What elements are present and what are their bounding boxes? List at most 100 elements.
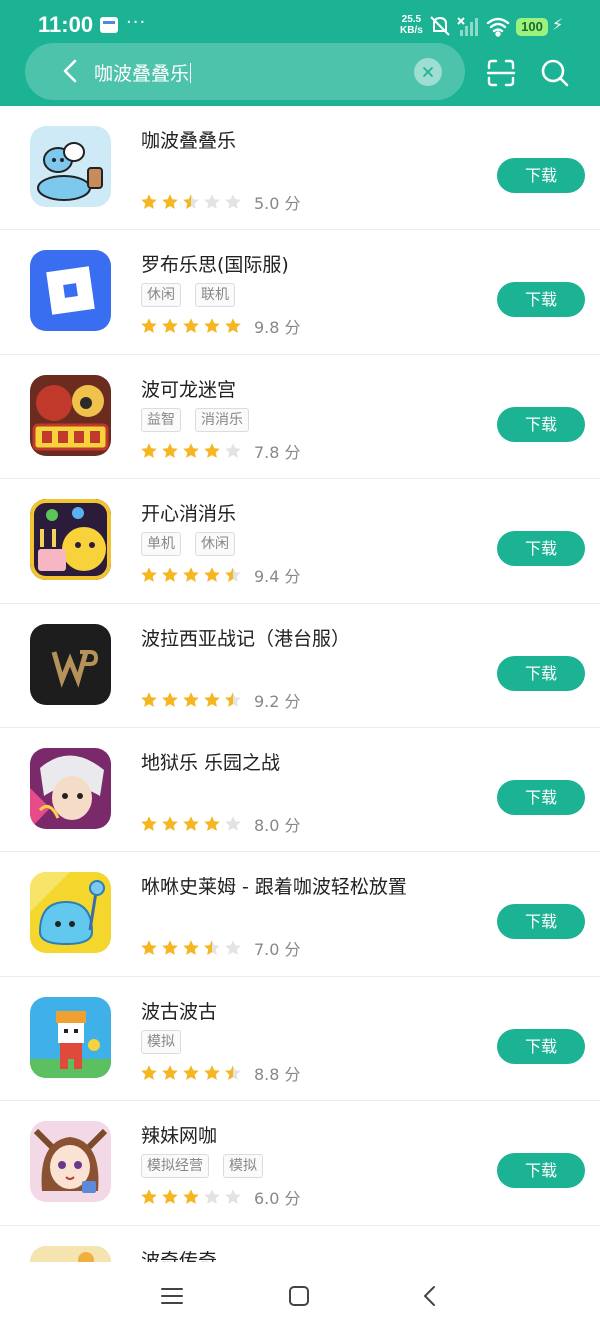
star-full-icon — [204, 691, 220, 707]
star-full-icon — [183, 691, 199, 707]
puzzle-dragons-icon[interactable] — [30, 374, 111, 456]
home-icon[interactable] — [287, 1284, 311, 1308]
app-tags: 模拟经营 模拟 — [141, 1154, 263, 1179]
star-half-icon — [225, 1064, 241, 1080]
system-nav-bar — [0, 1262, 600, 1333]
back-nav-icon[interactable] — [418, 1284, 442, 1308]
star-full-icon — [141, 816, 157, 831]
app-result-row[interactable]: 开心消消乐单机 休闲 9.4 分 下载 — [0, 479, 600, 604]
app-result-row[interactable]: 波拉西亚战记（港台服） 9.2 分 下载 — [0, 604, 600, 728]
app-result-row[interactable]: 罗布乐思(国际服) 休闲 联机 9.8 分 下载 — [0, 230, 600, 355]
notification-app-icon — [100, 17, 118, 33]
anime-girl-icon[interactable] — [30, 1121, 111, 1203]
star-full-icon — [183, 567, 199, 583]
partial-app-icon[interactable] — [30, 1245, 111, 1262]
app-result-row[interactable]: 波可龙迷宫 益智 消消乐 7.8 分 下载 — [0, 355, 600, 480]
roblox-icon[interactable] — [30, 250, 111, 332]
star-full-icon — [162, 442, 178, 458]
download-button[interactable]: 下载 — [497, 1028, 585, 1064]
app-name[interactable]: 辣妹网咖 — [141, 1121, 217, 1148]
star-full-icon — [141, 194, 157, 209]
search-input[interactable]: 咖波叠叠乐 — [94, 59, 192, 86]
star-rating — [140, 317, 242, 335]
wp-logo-icon[interactable] — [30, 623, 111, 705]
app-rating: 9.4 分 — [140, 563, 301, 587]
app-name[interactable]: 开心消消乐 — [141, 499, 236, 526]
search-icon[interactable] — [540, 58, 570, 88]
app-tag: 模拟经营 — [141, 1154, 209, 1179]
app-name[interactable]: 波可龙迷宫 — [141, 375, 236, 402]
slime-icon[interactable] — [30, 872, 111, 954]
star-empty-icon — [225, 940, 241, 956]
app-score: 8.0 分 — [254, 815, 301, 835]
star-empty-icon — [204, 194, 220, 209]
anime-character-icon[interactable] — [30, 747, 111, 829]
app-score: 9.4 分 — [254, 567, 301, 587]
search-results-list[interactable]: 咖波叠叠乐 5.0 分下载 罗布乐思(国际服) 休闲 联机 9.8 分下载 波可龙迷宫 益智消… — [0, 106, 600, 1262]
app-name[interactable]: 罗布乐思(国际服) — [141, 250, 289, 277]
star-full-icon — [204, 318, 220, 334]
menu-icon[interactable] — [160, 1284, 184, 1308]
app-result-row[interactable]: 辣妹网咖 模拟经营 模拟 6.0 分 下载 — [0, 1101, 600, 1226]
download-button[interactable]: 下载 — [497, 406, 585, 442]
app-score: 9.8 分 — [254, 318, 301, 338]
download-button[interactable]: 下载 — [497, 282, 585, 318]
download-button[interactable]: 下载 — [497, 158, 585, 193]
happy-elements-icon[interactable] — [30, 499, 111, 581]
app-name[interactable]: 咻咻史莱姆 - 跟着咖波轻松放置 — [141, 872, 407, 899]
bugcat-capoo-icon[interactable] — [30, 126, 111, 207]
download-button[interactable]: 下载 — [497, 1153, 585, 1189]
app-rating: 8.0 分 — [140, 812, 301, 836]
clear-icon[interactable] — [414, 58, 442, 86]
app-result-row[interactable]: 波古波古 模拟 8.8 分 下载 — [0, 977, 600, 1102]
star-full-icon — [162, 567, 178, 583]
app-name[interactable]: 波奇传奇 — [141, 1246, 217, 1262]
app-result-row[interactable]: 咻咻史莱姆 - 跟着咖波轻松放置 7.0 分 下载 — [0, 852, 600, 977]
star-full-icon — [162, 816, 178, 831]
star-full-icon — [162, 194, 178, 209]
app-tag: 消消乐 — [195, 407, 249, 432]
app-rating: 5.0 分 — [140, 190, 301, 214]
scan-icon[interactable] — [486, 58, 516, 88]
star-rating — [140, 939, 242, 957]
star-full-icon — [141, 1064, 157, 1080]
battery-icon: 100 — [516, 18, 548, 36]
star-full-icon — [162, 318, 178, 334]
back-icon[interactable] — [57, 57, 85, 85]
star-full-icon — [183, 816, 199, 831]
download-button[interactable]: 下载 — [497, 655, 585, 691]
star-empty-icon — [225, 816, 241, 831]
star-full-icon — [141, 691, 157, 707]
more-notifications-icon: ··· — [126, 12, 147, 33]
search-query: 咖波叠叠乐 — [94, 63, 190, 85]
star-full-icon — [183, 442, 199, 458]
search-bar[interactable]: 咖波叠叠乐 — [25, 43, 465, 100]
star-rating — [140, 1188, 242, 1206]
star-full-icon — [183, 1189, 199, 1205]
star-half-icon — [225, 691, 241, 707]
app-result-row[interactable]: 地狱乐 乐园之战 8.0 分 下载 — [0, 728, 600, 853]
download-button[interactable]: 下载 — [497, 779, 585, 815]
star-rating — [140, 442, 242, 460]
app-rating: 8.8 分 — [140, 1061, 301, 1085]
star-rating — [140, 1064, 242, 1082]
charging-icon: ⚡ — [552, 15, 564, 34]
app-tags: 单机 休闲 — [141, 532, 235, 557]
app-result-row[interactable]: 咖波叠叠乐 5.0 分 下载 — [0, 106, 600, 231]
app-tag: 联机 — [195, 283, 235, 308]
app-tag: 单机 — [141, 532, 181, 557]
app-result-row[interactable]: 波奇传奇 — [0, 1226, 600, 1262]
app-name[interactable]: 咖波叠叠乐 — [141, 126, 236, 153]
pixel-worker-icon[interactable] — [30, 996, 111, 1078]
app-name[interactable]: 波古波古 — [141, 997, 217, 1024]
app-name[interactable]: 地狱乐 乐园之战 — [141, 748, 280, 775]
download-button[interactable]: 下载 — [497, 904, 585, 940]
app-name[interactable]: 波拉西亚战记（港台服） — [141, 624, 350, 651]
star-full-icon — [141, 567, 157, 583]
wifi-icon — [486, 17, 510, 37]
star-full-icon — [183, 1064, 199, 1080]
app-score: 7.0 分 — [254, 940, 301, 960]
app-tags: 休闲 联机 — [141, 283, 235, 308]
download-button[interactable]: 下载 — [497, 531, 585, 567]
star-full-icon — [141, 442, 157, 458]
